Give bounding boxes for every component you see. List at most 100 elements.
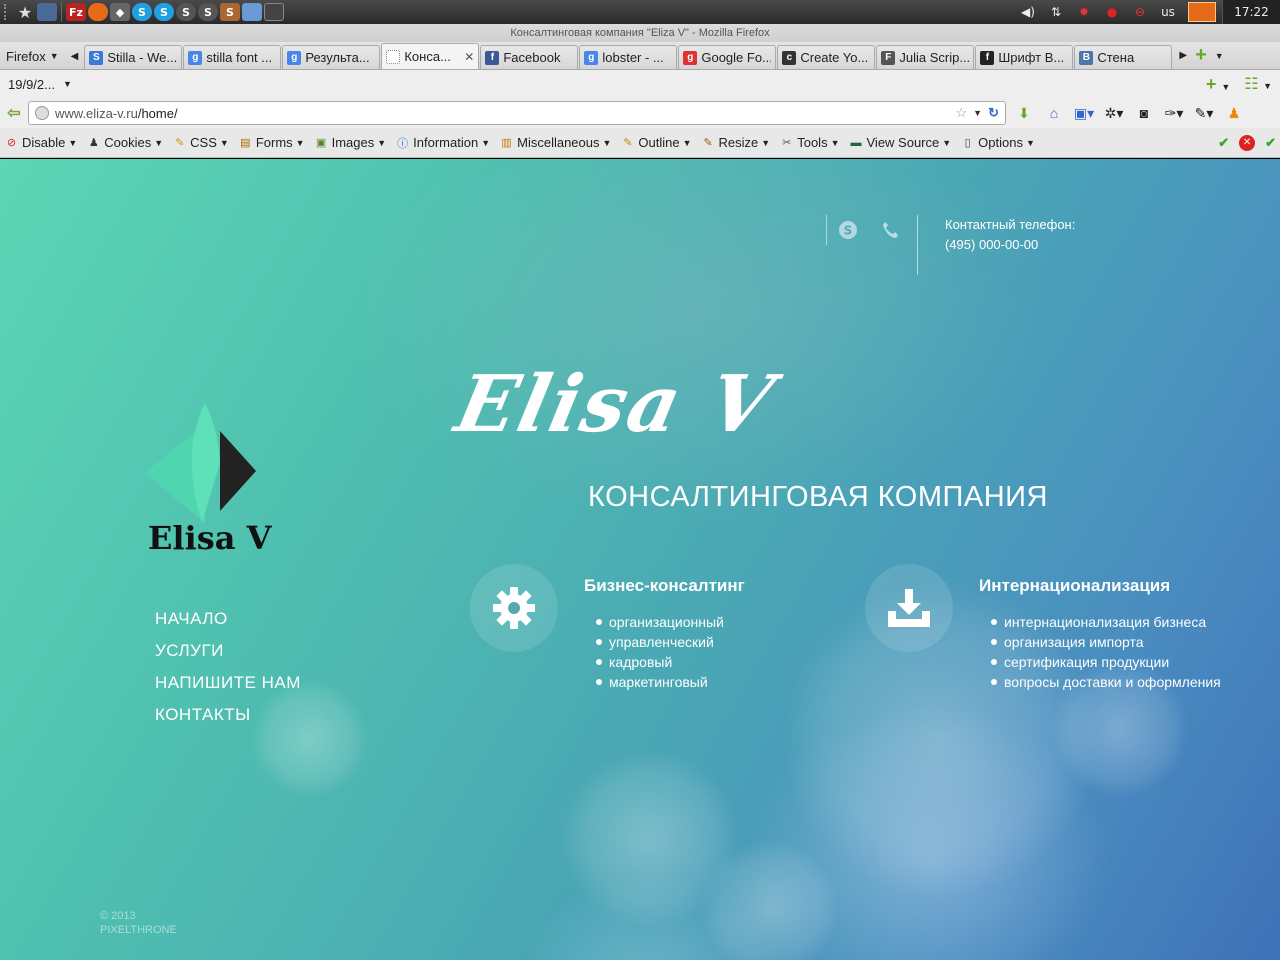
devbar-label: Options xyxy=(978,135,1023,150)
home-icon[interactable]: ⌂ xyxy=(1044,103,1064,123)
back-button[interactable]: ⇦ xyxy=(4,103,24,123)
panel-grip[interactable] xyxy=(4,4,10,20)
devbar-menu-information[interactable]: ⓘ Information ▼ xyxy=(395,135,490,150)
phone-icon[interactable] xyxy=(879,219,901,241)
list-item: сертификация продукции xyxy=(979,652,1221,672)
devbar-label: View Source xyxy=(866,135,940,150)
service-list: организационный управленческий кадровый … xyxy=(584,612,745,692)
star-icon[interactable]: ★ xyxy=(15,3,35,22)
tab-0[interactable]: S Stilla - We... xyxy=(84,45,183,69)
scroll-right-icon[interactable]: ▶ xyxy=(1179,50,1187,61)
update-icon[interactable]: ⊖ xyxy=(1126,0,1154,24)
system-tray: ◀) ⇅ ✸ ● ⊖ us 17:22 xyxy=(1014,0,1280,24)
list-item: интернационализация бизнеса xyxy=(979,612,1221,632)
user-icon[interactable]: ♟ xyxy=(1224,103,1244,123)
nav-item-home[interactable]: НАЧАЛО xyxy=(155,609,301,629)
nav-item-services[interactable]: УСЛУГИ xyxy=(155,641,301,661)
download-icon[interactable]: ⬇ xyxy=(1014,103,1034,123)
skype-icon[interactable]: S xyxy=(132,3,152,21)
site-identity-icon[interactable] xyxy=(35,106,49,120)
system-panel: ★ Fz ◆ S S S S S ◀) ⇅ ✸ ● ⊖ us 17:22 xyxy=(0,0,1280,24)
check-icon[interactable]: ✔ xyxy=(1218,135,1229,151)
screenshot-icon[interactable]: ◙ xyxy=(1134,103,1154,123)
history-dropdown-icon[interactable]: ▼ xyxy=(973,108,982,118)
skype-icon[interactable]: S xyxy=(154,3,174,21)
devbar-icon: ⊘ xyxy=(6,137,17,149)
desktop-icon[interactable] xyxy=(37,3,57,21)
tab-6[interactable]: g Google Fo... xyxy=(678,45,777,69)
devbar-label: Outline xyxy=(638,135,680,150)
devbar-menu-miscellaneous[interactable]: ▥ Miscellaneous ▼ xyxy=(499,135,611,150)
tools-icon[interactable]: ✑▾ xyxy=(1164,103,1184,123)
nav-item-contacts[interactable]: КОНТАКТЫ xyxy=(155,705,301,725)
devbar-menu-tools[interactable]: ✂ Tools ▼ xyxy=(779,135,839,150)
sublime-icon[interactable]: S xyxy=(220,3,240,21)
phone-number[interactable]: (495) 000-00-00 xyxy=(945,235,1075,255)
steam-icon[interactable]: S xyxy=(198,3,218,21)
url-bar[interactable]: www.eliza-v.ru/home/ ☆ ▼ ↻ xyxy=(28,101,1006,125)
tab-label: lobster - ... xyxy=(602,50,664,65)
tab-5[interactable]: g lobster - ... xyxy=(579,45,678,69)
filezilla-icon[interactable]: Fz xyxy=(66,3,86,21)
url-path: /home/ xyxy=(137,105,178,121)
volume-icon[interactable]: ◀) xyxy=(1014,0,1042,24)
app-icon[interactable]: ◆ xyxy=(110,3,130,21)
cherry-icon[interactable]: ● xyxy=(1098,0,1126,24)
bookmark-star-icon[interactable]: ☆ xyxy=(956,105,968,121)
network-icon[interactable]: ⇅ xyxy=(1042,0,1070,24)
chevron-down-icon: ▼ xyxy=(682,137,692,148)
close-tab-icon[interactable]: ✕ xyxy=(464,50,474,64)
devbar-menu-forms[interactable]: ▤ Forms ▼ xyxy=(238,135,304,150)
check-icon[interactable]: ✔ xyxy=(1265,135,1276,151)
devbar-menu-css[interactable]: ✎ CSS ▼ xyxy=(172,135,229,150)
firefox-menu-button[interactable]: Firefox ▼ ◀ xyxy=(0,43,84,69)
bookmark-folder[interactable]: 19/9/2... xyxy=(8,77,55,92)
bookmarks-menu-icon[interactable]: ▣▾ xyxy=(1074,103,1094,123)
tab-2[interactable]: g Результа... xyxy=(282,45,381,69)
firefox-icon[interactable] xyxy=(88,3,108,21)
network-toggle-icon[interactable]: ☷ ▼ xyxy=(1244,74,1272,94)
tab-1[interactable]: g stilla font ... xyxy=(183,45,282,69)
url-host: www.eliza-v.ru xyxy=(55,105,138,121)
folder-icon[interactable] xyxy=(242,3,262,21)
new-tab-button[interactable]: + xyxy=(1195,44,1207,67)
chevron-down-icon: ▼ xyxy=(1025,137,1035,148)
tab-7[interactable]: c Create Yo... xyxy=(777,45,876,69)
gear-icon[interactable]: ✲▾ xyxy=(1104,103,1124,123)
devbar-menu-disable[interactable]: ⊘ Disable ▼ xyxy=(4,135,77,150)
devbar-menu-resize[interactable]: ✎ Resize ▼ xyxy=(701,135,771,150)
devbar-icon: ▯ xyxy=(964,137,971,149)
error-icon[interactable]: ✕ xyxy=(1239,134,1256,151)
tab-3[interactable]: Конса... ✕ xyxy=(381,43,480,69)
alert-icon[interactable]: ✸ xyxy=(1070,0,1098,24)
firefox-task-icon[interactable] xyxy=(1188,2,1216,22)
clock[interactable]: 17:22 xyxy=(1222,0,1280,24)
devbar-menu-cookies[interactable]: ♟ Cookies ▼ xyxy=(86,135,163,150)
chevron-down-icon[interactable]: ▼ xyxy=(63,79,72,89)
tab-label: Шрифт В... xyxy=(998,50,1065,65)
daisy-decor xyxy=(700,839,840,960)
footer-brand[interactable]: PIXELTHRONE xyxy=(100,923,177,937)
nav-item-write-us[interactable]: НАПИШИТЕ НАМ xyxy=(155,673,301,693)
service-title: Бизнес-консалтинг xyxy=(584,576,745,595)
chevron-down-icon: ▼ xyxy=(761,137,771,148)
reload-icon[interactable]: ↻ xyxy=(988,105,999,121)
keyboard-layout[interactable]: us xyxy=(1154,0,1182,24)
devbar-menu-outline[interactable]: ✎ Outline ▼ xyxy=(620,135,691,150)
devbar-menu-images[interactable]: ▣ Images ▼ xyxy=(314,135,386,150)
tab-list-icon[interactable]: ▼ xyxy=(1215,51,1224,61)
eyedropper-icon[interactable]: ✎▾ xyxy=(1194,103,1214,123)
terminal-icon[interactable] xyxy=(264,3,284,21)
tab-10[interactable]: B Стена xyxy=(1074,45,1173,69)
add-bookmark-icon[interactable]: + ▼ xyxy=(1206,74,1230,95)
devbar-menu-view-source[interactable]: ▬ View Source ▼ xyxy=(849,135,952,150)
tab-8[interactable]: F Julia Scrip... xyxy=(876,45,975,69)
tab-favicon-icon: g xyxy=(584,50,599,65)
devbar-menu-options[interactable]: ▯ Options ▼ xyxy=(960,135,1035,150)
scroll-left-icon[interactable]: ◀ xyxy=(71,51,79,62)
skype-icon[interactable]: S xyxy=(837,219,859,241)
page-footer: © 2013 PIXELTHRONE xyxy=(100,909,177,937)
steam-icon[interactable]: S xyxy=(176,3,196,21)
tab-4[interactable]: f Facebook xyxy=(480,45,579,69)
tab-9[interactable]: f Шрифт В... xyxy=(975,45,1074,69)
